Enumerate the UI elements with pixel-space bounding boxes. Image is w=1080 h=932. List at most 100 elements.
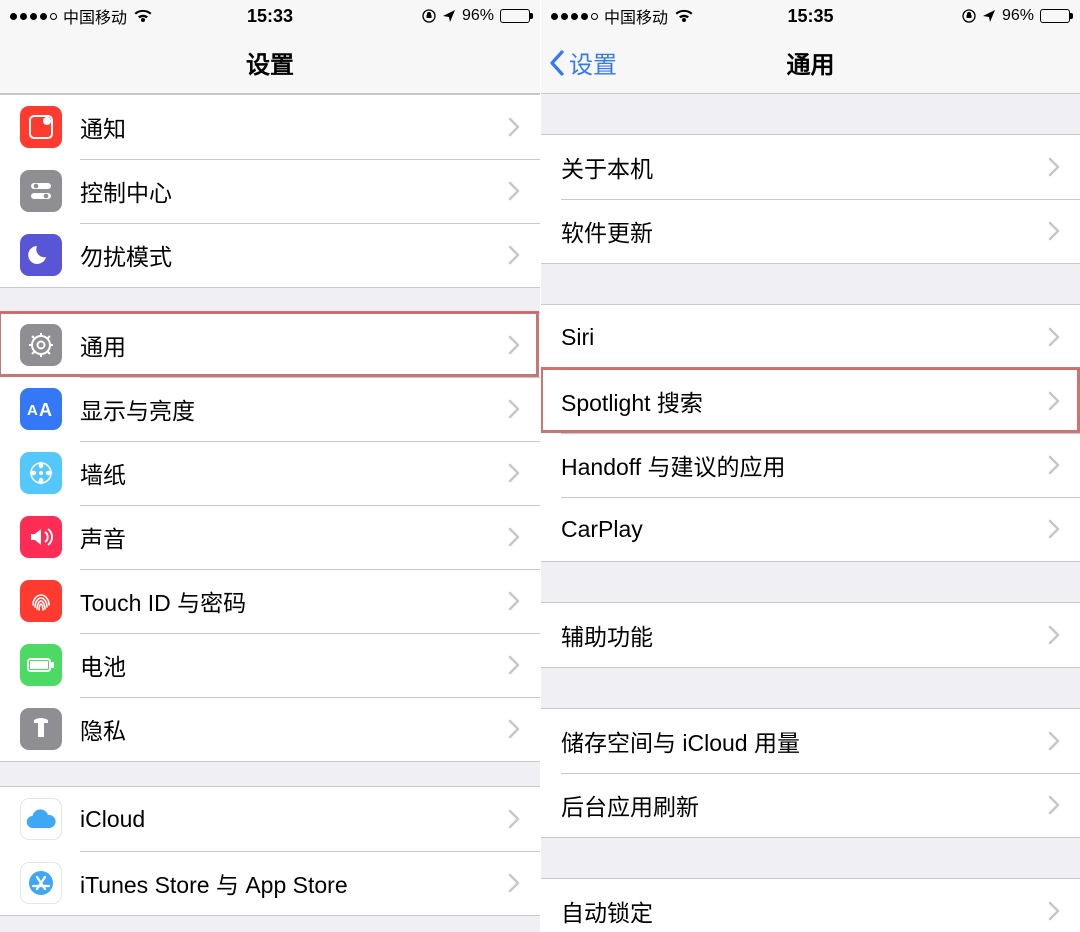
clock: 15:35 — [541, 6, 1080, 27]
row-label: 电池 — [80, 648, 508, 682]
row-label: iTunes Store 与 App Store — [80, 866, 508, 900]
row-label: 通知 — [80, 110, 508, 144]
general-group: 辅助功能 — [541, 602, 1080, 668]
settings-row[interactable]: iCloud — [0, 787, 540, 851]
nav-title: 设置 — [0, 45, 540, 80]
touchid-icon — [20, 580, 62, 622]
chevron-right-icon — [508, 181, 520, 201]
row-label: 显示与亮度 — [80, 392, 508, 426]
chevron-right-icon — [1048, 391, 1060, 411]
settings-row[interactable]: 自动锁定 — [541, 879, 1080, 932]
settings-row[interactable]: Touch ID 与密码 — [0, 569, 540, 633]
row-label: Spotlight 搜索 — [561, 384, 1048, 418]
chevron-right-icon — [1048, 731, 1060, 751]
settings-row[interactable]: 控制中心 — [0, 159, 540, 223]
chevron-right-icon — [1048, 901, 1060, 921]
general-groups: 关于本机软件更新 Siri Spotlight 搜索 Handoff 与建议的应用 Ca… — [541, 134, 1080, 932]
chevron-right-icon — [508, 117, 520, 137]
chevron-right-icon — [1048, 327, 1060, 347]
chevron-right-icon — [508, 335, 520, 355]
row-label: 控制中心 — [80, 174, 508, 208]
chevron-right-icon — [1048, 455, 1060, 475]
row-label: 自动锁定 — [561, 894, 1048, 928]
svg-text:A: A — [27, 402, 38, 419]
general-group: 自动锁定 — [541, 878, 1080, 932]
phone-settings: 中国移动 15:33 96% 设置 通知控制中心勿扰模式 通用 AA 显示与亮度墙纸… — [0, 0, 540, 932]
battery-icon — [20, 644, 62, 686]
settings-row[interactable]: 电池 — [0, 633, 540, 697]
clock: 15:33 — [0, 6, 540, 27]
settings-row[interactable]: 墙纸 — [0, 441, 540, 505]
nav-title: 通用 — [541, 45, 1080, 80]
wallpaper-icon — [20, 452, 62, 494]
battery-icon — [500, 9, 530, 23]
row-label: 储存空间与 iCloud 用量 — [561, 724, 1048, 758]
settings-row[interactable]: Handoff 与建议的应用 — [541, 433, 1080, 497]
sound-icon — [20, 516, 62, 558]
settings-row[interactable]: 通用 — [0, 313, 540, 377]
notifications-icon — [20, 106, 62, 148]
row-label: Handoff 与建议的应用 — [561, 448, 1048, 482]
status-bar: 中国移动 15:33 96% — [0, 0, 540, 32]
settings-row[interactable]: 通知 — [0, 95, 540, 159]
row-label: Siri — [561, 324, 1048, 351]
settings-row[interactable]: 勿扰模式 — [0, 223, 540, 287]
control-center-icon — [20, 170, 62, 212]
battery-icon — [1040, 9, 1070, 23]
chevron-right-icon — [508, 655, 520, 675]
general-icon — [20, 324, 62, 366]
general-group: 储存空间与 iCloud 用量后台应用刷新 — [541, 708, 1080, 838]
phone-general: 中国移动 15:35 96% 设置 通用 关于本机软件更新 Siri Spotlig… — [540, 0, 1080, 932]
chevron-right-icon — [508, 399, 520, 419]
dnd-icon — [20, 234, 62, 276]
settings-row[interactable]: AA 显示与亮度 — [0, 377, 540, 441]
settings-row[interactable]: 储存空间与 iCloud 用量 — [541, 709, 1080, 773]
chevron-right-icon — [1048, 221, 1060, 241]
chevron-right-icon — [508, 527, 520, 547]
row-label: 后台应用刷新 — [561, 788, 1048, 822]
privacy-icon — [20, 708, 62, 750]
chevron-right-icon — [1048, 625, 1060, 645]
settings-row[interactable]: 软件更新 — [541, 199, 1080, 263]
settings-row[interactable]: 声音 — [0, 505, 540, 569]
chevron-right-icon — [508, 809, 520, 829]
row-label: iCloud — [80, 806, 508, 833]
chevron-right-icon — [508, 463, 520, 483]
row-label: 勿扰模式 — [80, 238, 508, 272]
row-label: 关于本机 — [561, 150, 1048, 184]
display-icon: AA — [20, 388, 62, 430]
row-label: Touch ID 与密码 — [80, 584, 508, 618]
appstore-icon — [20, 862, 62, 904]
nav-bar: 设置 — [0, 32, 540, 94]
settings-row[interactable]: CarPlay — [541, 497, 1080, 561]
chevron-right-icon — [508, 591, 520, 611]
icloud-icon — [20, 798, 62, 840]
status-bar: 中国移动 15:35 96% — [541, 0, 1080, 32]
settings-row[interactable]: iTunes Store 与 App Store — [0, 851, 540, 915]
row-label: 通用 — [80, 328, 508, 362]
chevron-right-icon — [508, 245, 520, 265]
settings-row[interactable]: 关于本机 — [541, 135, 1080, 199]
row-label: 辅助功能 — [561, 618, 1048, 652]
row-label: 墙纸 — [80, 456, 508, 490]
nav-bar: 设置 通用 — [541, 32, 1080, 94]
row-label: CarPlay — [561, 516, 1048, 543]
chevron-right-icon — [1048, 157, 1060, 177]
chevron-right-icon — [1048, 519, 1060, 539]
settings-group-2: 通用 AA 显示与亮度墙纸声音 Touch ID 与密码电池隐私 — [0, 312, 540, 762]
settings-group-1: 通知控制中心勿扰模式 — [0, 94, 540, 288]
chevron-right-icon — [508, 873, 520, 893]
settings-row[interactable]: 后台应用刷新 — [541, 773, 1080, 837]
chevron-right-icon — [508, 719, 520, 739]
settings-row[interactable]: Siri — [541, 305, 1080, 369]
settings-row[interactable]: Spotlight 搜索 — [541, 369, 1080, 433]
settings-row[interactable]: 隐私 — [0, 697, 540, 761]
settings-row[interactable]: 辅助功能 — [541, 603, 1080, 667]
svg-text:A: A — [39, 400, 52, 419]
row-label: 隐私 — [80, 712, 508, 746]
row-label: 声音 — [80, 520, 508, 554]
row-label: 软件更新 — [561, 214, 1048, 248]
general-group: 关于本机软件更新 — [541, 134, 1080, 264]
general-group: Siri Spotlight 搜索 Handoff 与建议的应用 CarPlay — [541, 304, 1080, 562]
settings-group-3: iCloud iTunes Store 与 App Store — [0, 786, 540, 916]
